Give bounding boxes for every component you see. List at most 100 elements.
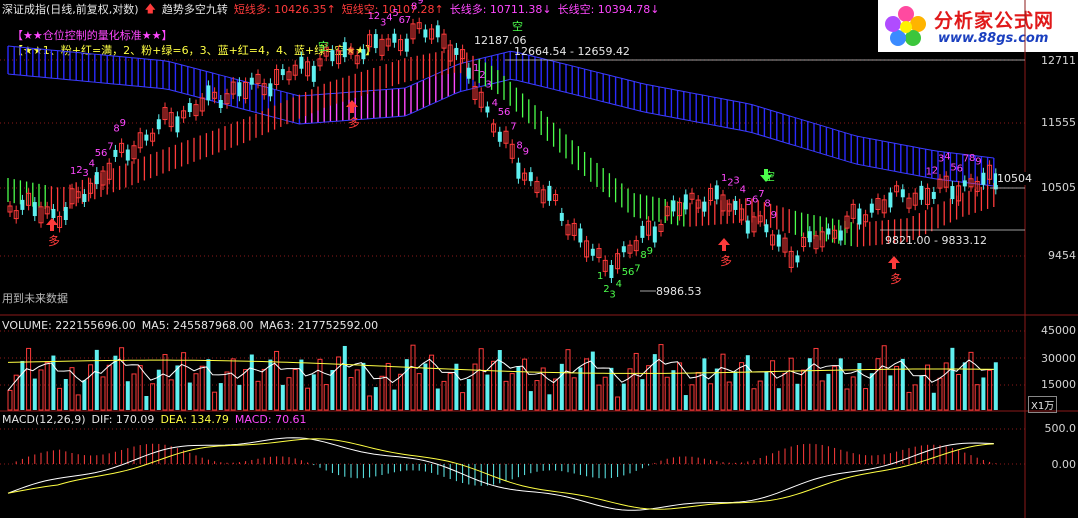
volume-bar-down (683, 395, 688, 410)
volume-bar-down (900, 358, 905, 410)
volume-ma63: MA63: 217752592.00 (259, 319, 379, 332)
candle-body-down (20, 199, 25, 210)
candle-body-down (404, 38, 409, 52)
volume-bar-up (274, 350, 280, 411)
volume-bar-down (144, 395, 149, 410)
volume-title-row: VOLUME: 222155696.00 MA5: 245587968.00 M… (2, 319, 378, 332)
candle-body-down (807, 231, 812, 243)
candle-body-down (311, 65, 316, 82)
volume-bar-up (584, 358, 590, 411)
buy-arrow-icon (888, 256, 900, 269)
candle-body-down (299, 56, 304, 69)
volume-ma5: MA5: 245587968.00 (141, 319, 254, 332)
volume-bar-down (733, 371, 738, 410)
volume-bar-up (478, 348, 484, 411)
candle-body-down (981, 172, 986, 185)
count-label: 7 (634, 264, 640, 275)
volume-bar-up (323, 384, 329, 411)
volume-bar-up (398, 373, 404, 411)
candle-body-down (82, 194, 87, 203)
vol-tick-3: 15000 (1041, 378, 1076, 391)
macd-value: MACD: 70.61 (234, 413, 307, 426)
candle-body-down (466, 67, 471, 79)
volume-bar-up (739, 362, 745, 411)
volume-bar-down (268, 359, 273, 410)
candle-body-down (528, 172, 533, 182)
volume-bar-up (937, 377, 943, 411)
volume-bar-down (702, 358, 707, 410)
macd-dif-line (7, 437, 994, 511)
volume-bar-up (491, 360, 497, 411)
count-label: 4 (89, 158, 95, 169)
count-label: 9 (771, 210, 777, 221)
count-label: 3 (82, 168, 88, 179)
volume-bar-up (336, 356, 342, 411)
candle-body-down (764, 224, 769, 233)
candle-body-down (206, 85, 211, 101)
volume-bar-up (354, 369, 360, 411)
vol-tick-1: 45000 (1041, 324, 1076, 337)
volume-bar-down (795, 383, 800, 410)
volume-bar-up (956, 374, 962, 411)
volume-bar-down (342, 345, 347, 410)
volume-bar-up (881, 345, 887, 411)
volume-bar-down (745, 355, 750, 410)
buy-arrow-icon (346, 100, 358, 113)
count-label: 3 (609, 290, 615, 301)
volume-bar-up (726, 381, 732, 411)
volume-bar-up (168, 379, 174, 411)
future-data-note: 用到未来数据 (2, 292, 68, 305)
candle-body-down (94, 172, 99, 185)
candle-body-down (931, 191, 936, 199)
volume-bar-up (38, 369, 44, 411)
signal-kong-2: 空 (512, 20, 523, 33)
volume-unit: X1万 (1028, 396, 1058, 413)
count-label: 2 (932, 165, 938, 176)
candle-body-down (652, 226, 657, 243)
volume-bar-down (94, 349, 99, 410)
volume-bar-up (212, 391, 218, 411)
volume-bar-down (485, 374, 490, 410)
candle-body-down (857, 208, 862, 225)
candle-body-down (373, 34, 378, 49)
price-tick-1: 12711 (1041, 54, 1076, 67)
volume-bar-down (559, 363, 564, 410)
volume-bar-down (919, 375, 924, 410)
volume-bar-down (993, 362, 998, 410)
volume-bar-up (441, 380, 447, 411)
volume-bar-down (764, 371, 769, 410)
candle-body-down (516, 162, 521, 179)
volume-bar-up (565, 349, 571, 411)
count-label: 9 (120, 118, 126, 129)
long-ribbon-bottom-line (7, 73, 994, 187)
volume-bar-down (640, 379, 645, 410)
volume-bar-up (844, 388, 850, 411)
candle-body-down (671, 200, 676, 212)
macd-dea: DEA: 134.79 (160, 413, 229, 426)
volume-bar-up (664, 376, 670, 411)
volume-bar-down (454, 363, 459, 410)
volume-bar-down (776, 388, 781, 410)
volume-bar-down (590, 351, 595, 410)
signal-duo-3: 多 (720, 254, 733, 268)
volume-bar-up (751, 388, 757, 411)
volume-bar-up (633, 352, 639, 411)
price-tick-3: 10505 (1041, 181, 1076, 194)
candle-body-down (733, 200, 738, 210)
volume-bar-down (330, 369, 335, 410)
chart-canvas[interactable]: 1 2 345 67891 23 4 56 78912345 678912345 6 78 91 2 34… (0, 0, 1078, 518)
volume-bar-up (75, 394, 81, 411)
macd-tick-1: 500.0 (1044, 422, 1077, 435)
count-label: 3 (485, 79, 491, 90)
count-label: 7 (510, 121, 516, 132)
volume-bar-up (906, 391, 912, 411)
candle-body-down (280, 69, 285, 76)
volume-bar-up (627, 368, 633, 411)
volume-bar-down (547, 394, 552, 410)
count-label: 4 (616, 279, 622, 290)
candle-body-down (578, 228, 583, 243)
volume-bar-up (230, 358, 236, 411)
volume-bar-up (472, 363, 478, 411)
volume-bar-down (206, 359, 211, 410)
count-label: 7 (107, 141, 113, 152)
